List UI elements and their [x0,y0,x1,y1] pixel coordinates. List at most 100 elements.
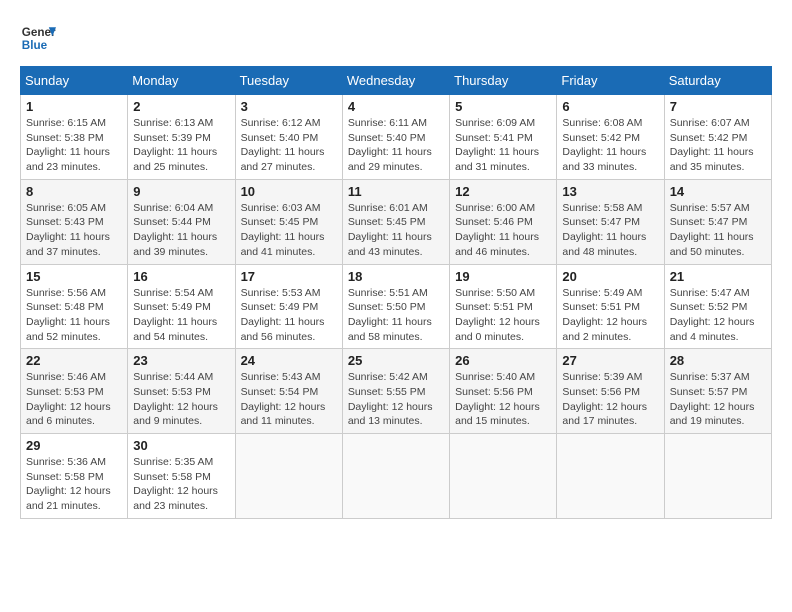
day-info: Sunrise: 5:56 AMSunset: 5:48 PMDaylight:… [26,286,122,345]
empty-cell [342,434,449,519]
header-saturday: Saturday [664,67,771,95]
table-row: 21 Sunrise: 5:47 AMSunset: 5:52 PMDaylig… [664,264,771,349]
header-thursday: Thursday [450,67,557,95]
day-info: Sunrise: 5:47 AMSunset: 5:52 PMDaylight:… [670,286,766,345]
day-info: Sunrise: 5:46 AMSunset: 5:53 PMDaylight:… [26,370,122,429]
empty-cell [235,434,342,519]
day-info: Sunrise: 6:01 AMSunset: 5:45 PMDaylight:… [348,201,444,260]
empty-cell [664,434,771,519]
table-row: 7 Sunrise: 6:07 AMSunset: 5:42 PMDayligh… [664,95,771,180]
table-row: 8 Sunrise: 6:05 AMSunset: 5:43 PMDayligh… [21,179,128,264]
day-number: 11 [348,184,444,199]
day-number: 5 [455,99,551,114]
table-row: 4 Sunrise: 6:11 AMSunset: 5:40 PMDayligh… [342,95,449,180]
calendar: Sunday Monday Tuesday Wednesday Thursday… [20,66,772,519]
day-number: 26 [455,353,551,368]
page-header: General Blue [20,20,772,56]
table-row: 17 Sunrise: 5:53 AMSunset: 5:49 PMDaylig… [235,264,342,349]
table-row: 25 Sunrise: 5:42 AMSunset: 5:55 PMDaylig… [342,349,449,434]
day-info: Sunrise: 6:12 AMSunset: 5:40 PMDaylight:… [241,116,337,175]
day-number: 30 [133,438,229,453]
table-row: 13 Sunrise: 5:58 AMSunset: 5:47 PMDaylig… [557,179,664,264]
day-info: Sunrise: 5:51 AMSunset: 5:50 PMDaylight:… [348,286,444,345]
day-info: Sunrise: 6:03 AMSunset: 5:45 PMDaylight:… [241,201,337,260]
day-number: 18 [348,269,444,284]
day-info: Sunrise: 6:11 AMSunset: 5:40 PMDaylight:… [348,116,444,175]
day-info: Sunrise: 6:15 AMSunset: 5:38 PMDaylight:… [26,116,122,175]
day-info: Sunrise: 5:49 AMSunset: 5:51 PMDaylight:… [562,286,658,345]
table-row: 29 Sunrise: 5:36 AMSunset: 5:58 PMDaylig… [21,434,128,519]
day-number: 17 [241,269,337,284]
day-info: Sunrise: 5:53 AMSunset: 5:49 PMDaylight:… [241,286,337,345]
day-number: 7 [670,99,766,114]
day-number: 10 [241,184,337,199]
day-number: 24 [241,353,337,368]
header-wednesday: Wednesday [342,67,449,95]
logo: General Blue [20,20,56,56]
day-number: 19 [455,269,551,284]
table-row: 20 Sunrise: 5:49 AMSunset: 5:51 PMDaylig… [557,264,664,349]
table-row: 28 Sunrise: 5:37 AMSunset: 5:57 PMDaylig… [664,349,771,434]
day-number: 1 [26,99,122,114]
table-row: 22 Sunrise: 5:46 AMSunset: 5:53 PMDaylig… [21,349,128,434]
day-number: 2 [133,99,229,114]
table-row: 18 Sunrise: 5:51 AMSunset: 5:50 PMDaylig… [342,264,449,349]
day-info: Sunrise: 5:57 AMSunset: 5:47 PMDaylight:… [670,201,766,260]
day-info: Sunrise: 5:54 AMSunset: 5:49 PMDaylight:… [133,286,229,345]
table-row: 3 Sunrise: 6:12 AMSunset: 5:40 PMDayligh… [235,95,342,180]
day-info: Sunrise: 5:43 AMSunset: 5:54 PMDaylight:… [241,370,337,429]
day-info: Sunrise: 6:13 AMSunset: 5:39 PMDaylight:… [133,116,229,175]
header-monday: Monday [128,67,235,95]
day-info: Sunrise: 5:42 AMSunset: 5:55 PMDaylight:… [348,370,444,429]
table-row: 15 Sunrise: 5:56 AMSunset: 5:48 PMDaylig… [21,264,128,349]
day-number: 12 [455,184,551,199]
table-row: 11 Sunrise: 6:01 AMSunset: 5:45 PMDaylig… [342,179,449,264]
header-tuesday: Tuesday [235,67,342,95]
day-info: Sunrise: 6:00 AMSunset: 5:46 PMDaylight:… [455,201,551,260]
header-sunday: Sunday [21,67,128,95]
table-row: 12 Sunrise: 6:00 AMSunset: 5:46 PMDaylig… [450,179,557,264]
day-info: Sunrise: 6:07 AMSunset: 5:42 PMDaylight:… [670,116,766,175]
day-number: 27 [562,353,658,368]
day-info: Sunrise: 5:35 AMSunset: 5:58 PMDaylight:… [133,455,229,514]
day-number: 29 [26,438,122,453]
day-info: Sunrise: 5:37 AMSunset: 5:57 PMDaylight:… [670,370,766,429]
day-info: Sunrise: 6:05 AMSunset: 5:43 PMDaylight:… [26,201,122,260]
day-number: 15 [26,269,122,284]
day-number: 6 [562,99,658,114]
day-number: 22 [26,353,122,368]
day-number: 21 [670,269,766,284]
day-info: Sunrise: 5:40 AMSunset: 5:56 PMDaylight:… [455,370,551,429]
header-friday: Friday [557,67,664,95]
day-number: 25 [348,353,444,368]
empty-cell [557,434,664,519]
days-header-row: Sunday Monday Tuesday Wednesday Thursday… [21,67,772,95]
day-info: Sunrise: 5:39 AMSunset: 5:56 PMDaylight:… [562,370,658,429]
logo-icon: General Blue [20,20,56,56]
day-number: 20 [562,269,658,284]
day-number: 16 [133,269,229,284]
day-number: 4 [348,99,444,114]
empty-cell [450,434,557,519]
table-row: 27 Sunrise: 5:39 AMSunset: 5:56 PMDaylig… [557,349,664,434]
day-info: Sunrise: 5:50 AMSunset: 5:51 PMDaylight:… [455,286,551,345]
day-number: 3 [241,99,337,114]
table-row: 30 Sunrise: 5:35 AMSunset: 5:58 PMDaylig… [128,434,235,519]
day-number: 14 [670,184,766,199]
day-number: 9 [133,184,229,199]
table-row: 10 Sunrise: 6:03 AMSunset: 5:45 PMDaylig… [235,179,342,264]
day-info: Sunrise: 5:58 AMSunset: 5:47 PMDaylight:… [562,201,658,260]
table-row: 1 Sunrise: 6:15 AMSunset: 5:38 PMDayligh… [21,95,128,180]
table-row: 6 Sunrise: 6:08 AMSunset: 5:42 PMDayligh… [557,95,664,180]
day-number: 13 [562,184,658,199]
day-number: 28 [670,353,766,368]
day-info: Sunrise: 6:09 AMSunset: 5:41 PMDaylight:… [455,116,551,175]
table-row: 26 Sunrise: 5:40 AMSunset: 5:56 PMDaylig… [450,349,557,434]
svg-text:Blue: Blue [22,39,48,52]
day-number: 8 [26,184,122,199]
table-row: 16 Sunrise: 5:54 AMSunset: 5:49 PMDaylig… [128,264,235,349]
day-number: 23 [133,353,229,368]
table-row: 24 Sunrise: 5:43 AMSunset: 5:54 PMDaylig… [235,349,342,434]
day-info: Sunrise: 6:04 AMSunset: 5:44 PMDaylight:… [133,201,229,260]
table-row: 5 Sunrise: 6:09 AMSunset: 5:41 PMDayligh… [450,95,557,180]
